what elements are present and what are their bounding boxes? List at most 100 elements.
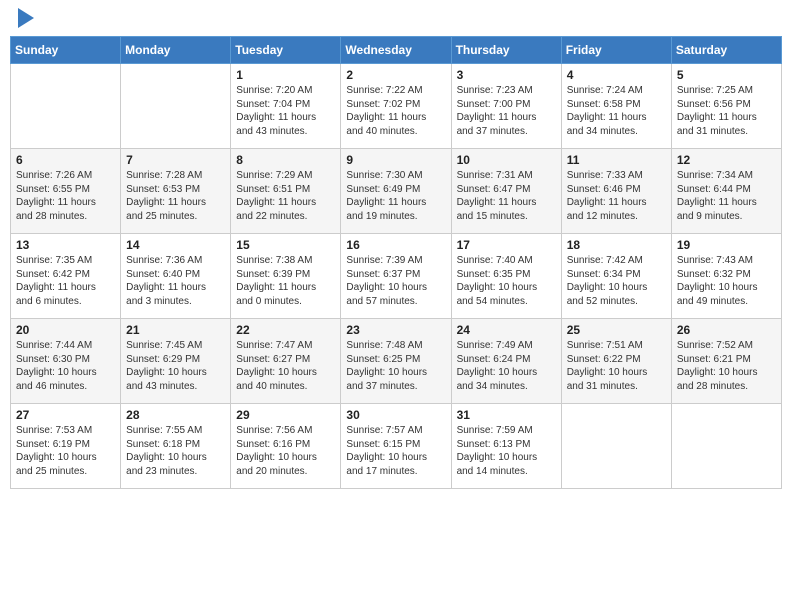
calendar-cell: 20 Sunrise: 7:44 AMSunset: 6:30 PMDayligh…: [11, 319, 121, 404]
day-detail: Sunrise: 7:43 AMSunset: 6:32 PMDaylight:…: [677, 254, 776, 308]
calendar-week-row: 1Sunrise: 7:20 AMSunset: 7:04 PMDaylight…: [11, 64, 782, 149]
day-detail: Sunrise: 7:45 AMSunset: 6:29 PMDaylight:…: [126, 339, 225, 393]
day-number: 13: [16, 238, 115, 252]
day-detail: Sunrise: 7:30 AMSunset: 6:49 PMDaylight:…: [346, 169, 445, 223]
day-number: 17: [457, 238, 556, 252]
calendar-cell: 12 Sunrise: 7:34 AMSunset: 6:44 PMDayligh…: [671, 149, 781, 234]
calendar-cell: 26 Sunrise: 7:52 AMSunset: 6:21 PMDayligh…: [671, 319, 781, 404]
day-detail: Sunrise: 7:24 AMSunset: 6:58 PMDaylight:…: [567, 84, 666, 138]
logo: [14, 10, 34, 28]
day-number: 26: [677, 323, 776, 337]
calendar-cell: 6Sunrise: 7:26 AMSunset: 6:55 PMDaylight…: [11, 149, 121, 234]
weekday-header: Sunday: [11, 37, 121, 64]
day-number: 21: [126, 323, 225, 337]
calendar-cell: 19 Sunrise: 7:43 AMSunset: 6:32 PMDayligh…: [671, 234, 781, 319]
day-detail: Sunrise: 7:29 AMSunset: 6:51 PMDaylight:…: [236, 169, 335, 223]
day-number: 28: [126, 408, 225, 422]
day-detail: Sunrise: 7:36 AMSunset: 6:40 PMDaylight:…: [126, 254, 225, 308]
calendar-cell: 13 Sunrise: 7:35 AMSunset: 6:42 PMDayligh…: [11, 234, 121, 319]
calendar-cell: 29Sunrise: 7:56 AMSunset: 6:16 PMDayligh…: [231, 404, 341, 489]
calendar-cell: 9Sunrise: 7:30 AMSunset: 6:49 PMDaylight…: [341, 149, 451, 234]
calendar-cell: 2Sunrise: 7:22 AMSunset: 7:02 PMDaylight…: [341, 64, 451, 149]
day-number: 30: [346, 408, 445, 422]
day-detail: Sunrise: 7:31 AMSunset: 6:47 PMDaylight:…: [457, 169, 556, 223]
day-detail: Sunrise: 7:38 AMSunset: 6:39 PMDaylight:…: [236, 254, 335, 308]
calendar-cell: [11, 64, 121, 149]
weekday-header: Monday: [121, 37, 231, 64]
calendar-cell: 27 Sunrise: 7:53 AMSunset: 6:19 PMDayligh…: [11, 404, 121, 489]
calendar-cell: 21 Sunrise: 7:45 AMSunset: 6:29 PMDayligh…: [121, 319, 231, 404]
calendar-cell: [561, 404, 671, 489]
day-detail: Sunrise: 7:53 AMSunset: 6:19 PMDaylight:…: [16, 424, 115, 478]
day-detail: Sunrise: 7:23 AMSunset: 7:00 PMDaylight:…: [457, 84, 556, 138]
calendar-header: SundayMondayTuesdayWednesdayThursdayFrid…: [11, 37, 782, 64]
day-number: 8: [236, 153, 335, 167]
day-detail: Sunrise: 7:42 AMSunset: 6:34 PMDaylight:…: [567, 254, 666, 308]
day-number: 5: [677, 68, 776, 82]
day-detail: Sunrise: 7:59 AMSunset: 6:13 PMDaylight:…: [457, 424, 556, 478]
calendar-cell: 17Sunrise: 7:40 AMSunset: 6:35 PMDayligh…: [451, 234, 561, 319]
logo-arrow-icon: [18, 8, 34, 28]
calendar-cell: 10 Sunrise: 7:31 AMSunset: 6:47 PMDayligh…: [451, 149, 561, 234]
day-detail: Sunrise: 7:35 AMSunset: 6:42 PMDaylight:…: [16, 254, 115, 308]
weekday-header-row: SundayMondayTuesdayWednesdayThursdayFrid…: [11, 37, 782, 64]
day-detail: Sunrise: 7:51 AMSunset: 6:22 PMDaylight:…: [567, 339, 666, 393]
calendar-cell: 11 Sunrise: 7:33 AMSunset: 6:46 PMDayligh…: [561, 149, 671, 234]
calendar-table: SundayMondayTuesdayWednesdayThursdayFrid…: [10, 36, 782, 489]
day-detail: Sunrise: 7:49 AMSunset: 6:24 PMDaylight:…: [457, 339, 556, 393]
day-number: 15: [236, 238, 335, 252]
day-detail: Sunrise: 7:47 AMSunset: 6:27 PMDaylight:…: [236, 339, 335, 393]
day-number: 3: [457, 68, 556, 82]
calendar-cell: 30 Sunrise: 7:57 AMSunset: 6:15 PMDayligh…: [341, 404, 451, 489]
day-detail: Sunrise: 7:28 AMSunset: 6:53 PMDaylight:…: [126, 169, 225, 223]
day-number: 10: [457, 153, 556, 167]
calendar-cell: 4Sunrise: 7:24 AMSunset: 6:58 PMDaylight…: [561, 64, 671, 149]
weekday-header: Thursday: [451, 37, 561, 64]
calendar-cell: 22Sunrise: 7:47 AMSunset: 6:27 PMDayligh…: [231, 319, 341, 404]
day-number: 20: [16, 323, 115, 337]
calendar-cell: 5 Sunrise: 7:25 AMSunset: 6:56 PMDaylight…: [671, 64, 781, 149]
day-detail: Sunrise: 7:48 AMSunset: 6:25 PMDaylight:…: [346, 339, 445, 393]
weekday-header: Wednesday: [341, 37, 451, 64]
day-number: 12: [677, 153, 776, 167]
day-number: 14: [126, 238, 225, 252]
day-detail: Sunrise: 7:52 AMSunset: 6:21 PMDaylight:…: [677, 339, 776, 393]
day-number: 11: [567, 153, 666, 167]
day-detail: Sunrise: 7:55 AMSunset: 6:18 PMDaylight:…: [126, 424, 225, 478]
calendar-cell: 3 Sunrise: 7:23 AMSunset: 7:00 PMDaylight…: [451, 64, 561, 149]
calendar-cell: 31Sunrise: 7:59 AMSunset: 6:13 PMDayligh…: [451, 404, 561, 489]
day-detail: Sunrise: 7:44 AMSunset: 6:30 PMDaylight:…: [16, 339, 115, 393]
calendar-cell: 16 Sunrise: 7:39 AMSunset: 6:37 PMDayligh…: [341, 234, 451, 319]
calendar-week-row: 27 Sunrise: 7:53 AMSunset: 6:19 PMDayligh…: [11, 404, 782, 489]
weekday-header: Saturday: [671, 37, 781, 64]
day-detail: Sunrise: 7:25 AMSunset: 6:56 PMDaylight:…: [677, 84, 776, 138]
calendar-cell: 15 Sunrise: 7:38 AMSunset: 6:39 PMDayligh…: [231, 234, 341, 319]
calendar-cell: [671, 404, 781, 489]
calendar-week-row: 13 Sunrise: 7:35 AMSunset: 6:42 PMDayligh…: [11, 234, 782, 319]
day-number: 27: [16, 408, 115, 422]
day-detail: Sunrise: 7:56 AMSunset: 6:16 PMDaylight:…: [236, 424, 335, 478]
calendar-week-row: 20 Sunrise: 7:44 AMSunset: 6:30 PMDayligh…: [11, 319, 782, 404]
calendar-week-row: 6Sunrise: 7:26 AMSunset: 6:55 PMDaylight…: [11, 149, 782, 234]
day-number: 18: [567, 238, 666, 252]
day-detail: Sunrise: 7:57 AMSunset: 6:15 PMDaylight:…: [346, 424, 445, 478]
day-detail: Sunrise: 7:39 AMSunset: 6:37 PMDaylight:…: [346, 254, 445, 308]
calendar-cell: 23Sunrise: 7:48 AMSunset: 6:25 PMDayligh…: [341, 319, 451, 404]
day-detail: Sunrise: 7:20 AMSunset: 7:04 PMDaylight:…: [236, 84, 335, 138]
day-detail: Sunrise: 7:26 AMSunset: 6:55 PMDaylight:…: [16, 169, 115, 223]
day-number: 16: [346, 238, 445, 252]
calendar-cell: 18 Sunrise: 7:42 AMSunset: 6:34 PMDayligh…: [561, 234, 671, 319]
weekday-header: Friday: [561, 37, 671, 64]
weekday-header: Tuesday: [231, 37, 341, 64]
calendar-cell: 28 Sunrise: 7:55 AMSunset: 6:18 PMDayligh…: [121, 404, 231, 489]
page-header: [10, 10, 782, 28]
calendar-cell: 14 Sunrise: 7:36 AMSunset: 6:40 PMDayligh…: [121, 234, 231, 319]
day-detail: Sunrise: 7:33 AMSunset: 6:46 PMDaylight:…: [567, 169, 666, 223]
day-number: 7: [126, 153, 225, 167]
calendar-cell: [121, 64, 231, 149]
day-detail: Sunrise: 7:34 AMSunset: 6:44 PMDaylight:…: [677, 169, 776, 223]
day-number: 25: [567, 323, 666, 337]
day-number: 19: [677, 238, 776, 252]
calendar-cell: 7 Sunrise: 7:28 AMSunset: 6:53 PMDaylight…: [121, 149, 231, 234]
calendar-cell: 24Sunrise: 7:49 AMSunset: 6:24 PMDayligh…: [451, 319, 561, 404]
